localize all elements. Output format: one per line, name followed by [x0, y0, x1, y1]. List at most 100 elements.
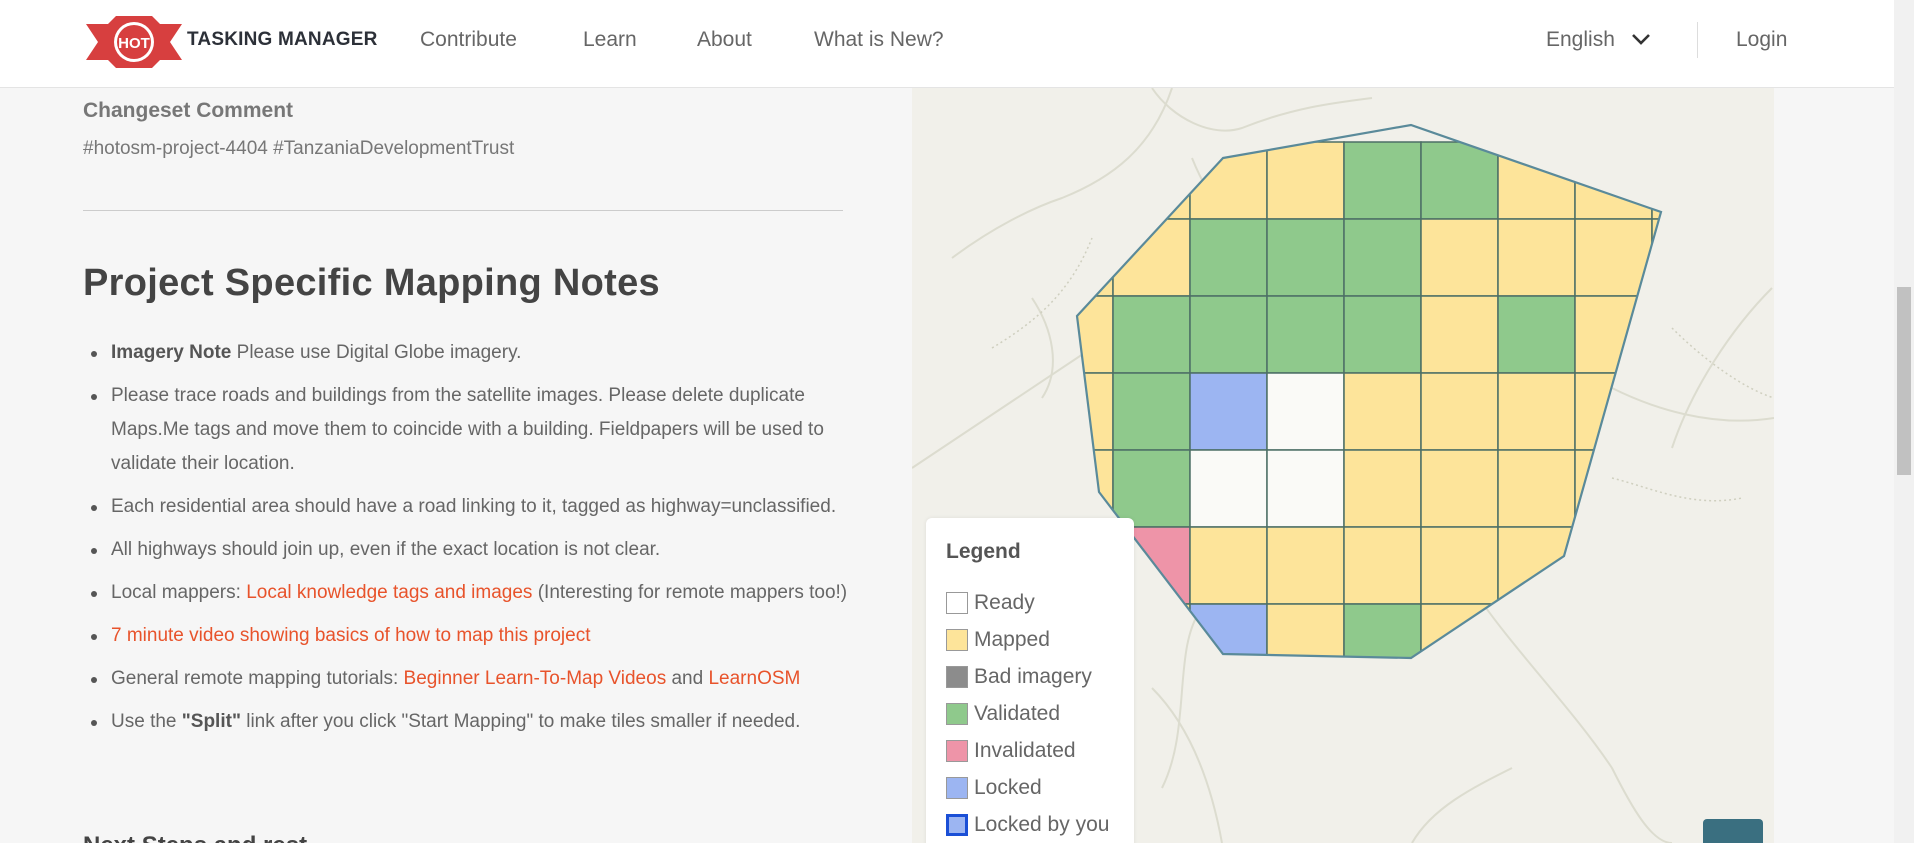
task-tile[interactable] — [1652, 681, 1729, 758]
video-link[interactable]: 7 minute video showing basics of how to … — [111, 625, 590, 646]
legend-label: Locked by you — [974, 812, 1110, 836]
legend-swatch — [946, 591, 968, 614]
task-tile[interactable] — [1266, 372, 1345, 451]
task-tile[interactable] — [1189, 295, 1268, 374]
task-tile[interactable] — [1267, 681, 1344, 758]
legend-item: Validated — [946, 695, 1114, 732]
legend-item: Ready — [946, 584, 1114, 621]
legend-swatch — [946, 739, 968, 762]
task-tile[interactable] — [1343, 141, 1422, 220]
task-tile[interactable] — [1112, 218, 1191, 297]
nav-learn[interactable]: Learn — [583, 28, 637, 52]
legend-label: Locked — [974, 775, 1042, 799]
task-tile[interactable] — [1036, 372, 1114, 451]
task-tile[interactable] — [1497, 295, 1576, 374]
login-button[interactable]: Login — [1736, 28, 1787, 52]
task-tile[interactable] — [1343, 218, 1422, 297]
task-tile[interactable] — [1574, 295, 1653, 374]
task-tile[interactable] — [1497, 603, 1576, 681]
task-tile[interactable] — [1575, 681, 1652, 758]
project-map[interactable]: Legend Ready Mapped Bad imagery Validated In… — [912, 88, 1774, 843]
list-item: Local mappers: Local knowledge tags and … — [83, 576, 853, 610]
task-tile[interactable] — [1266, 295, 1345, 374]
task-tile[interactable] — [1651, 141, 1729, 220]
task-tile[interactable] — [1112, 295, 1191, 374]
language-selector[interactable]: English — [1546, 28, 1615, 52]
mapping-notes-title: Project Specific Mapping Notes — [83, 262, 660, 304]
task-tile[interactable] — [1343, 603, 1422, 681]
task-tile[interactable] — [1343, 372, 1422, 451]
task-tile[interactable] — [1190, 681, 1267, 758]
task-tile[interactable] — [1343, 526, 1422, 605]
changeset-comment-text: #hotosm-project-4404 #TanzaniaDevelopmen… — [83, 138, 515, 159]
task-tile[interactable] — [1266, 141, 1345, 220]
hot-logo[interactable]: HOT — [86, 14, 182, 70]
task-tile[interactable] — [1112, 372, 1191, 451]
task-tile[interactable] — [1574, 372, 1653, 451]
task-tile[interactable] — [1266, 526, 1345, 605]
task-tile[interactable] — [1420, 141, 1499, 220]
task-tile[interactable] — [1266, 218, 1345, 297]
nav-contribute[interactable]: Contribute — [420, 28, 517, 52]
task-tile[interactable] — [1497, 449, 1576, 528]
task-tile[interactable] — [1189, 603, 1268, 681]
task-tile[interactable] — [1420, 449, 1499, 528]
legend-title: Legend — [946, 540, 1021, 563]
map-control-button[interactable] — [1703, 819, 1763, 843]
legend-swatch — [946, 665, 968, 688]
task-tile[interactable] — [1266, 449, 1345, 528]
task-tile[interactable] — [1036, 141, 1114, 220]
legend-item: Mapped — [946, 621, 1114, 658]
top-navbar: HOT TASKING MANAGER Contribute Learn Abo… — [0, 0, 1894, 88]
task-tile[interactable] — [1112, 449, 1191, 528]
task-tile[interactable] — [1266, 603, 1345, 681]
task-tile[interactable] — [1343, 449, 1422, 528]
learnosm-link[interactable]: LearnOSM — [708, 668, 800, 689]
list-item: Use the "Split" link after you click "St… — [83, 705, 853, 739]
list-item: All highways should join up, even if the… — [83, 533, 853, 567]
scrollbar-thumb[interactable] — [1897, 287, 1911, 475]
task-tile[interactable] — [1343, 295, 1422, 374]
task-tile[interactable] — [1421, 681, 1498, 758]
task-tile[interactable] — [1651, 372, 1729, 451]
task-tile[interactable] — [1420, 295, 1499, 374]
task-tile[interactable] — [1189, 449, 1268, 528]
brand-name[interactable]: TASKING MANAGER — [187, 29, 378, 51]
list-item: General remote mapping tutorials: Beginn… — [83, 662, 853, 696]
task-tile[interactable] — [1574, 449, 1653, 528]
task-tile[interactable] — [1497, 372, 1576, 451]
task-tile[interactable] — [1420, 372, 1499, 451]
task-tile[interactable] — [1036, 449, 1114, 528]
legend-item: Bad imagery — [946, 658, 1114, 695]
task-tile[interactable] — [1420, 526, 1499, 605]
mapping-notes-list: Imagery Note Please use Digital Globe im… — [83, 336, 853, 748]
task-tile[interactable] — [1574, 526, 1653, 605]
task-tile[interactable] — [1651, 526, 1729, 605]
task-tile[interactable] — [1497, 141, 1576, 220]
nav-whats-new[interactable]: What is New? — [814, 28, 944, 52]
chevron-down-icon[interactable] — [1631, 33, 1651, 45]
task-tile[interactable] — [1189, 218, 1268, 297]
task-tile[interactable] — [1498, 681, 1575, 758]
note-text: and — [666, 668, 709, 689]
list-item: 7 minute video showing basics of how to … — [83, 619, 853, 653]
list-item: Imagery Note Please use Digital Globe im… — [83, 336, 853, 370]
task-tile[interactable] — [1497, 218, 1576, 297]
task-tile[interactable] — [1651, 218, 1729, 297]
task-tile[interactable] — [1651, 603, 1729, 681]
task-tile[interactable] — [1574, 141, 1653, 220]
task-tile[interactable] — [1420, 218, 1499, 297]
legend-swatch — [946, 813, 968, 836]
learn-to-map-link[interactable]: Beginner Learn-To-Map Videos — [404, 668, 667, 689]
task-tile[interactable] — [1036, 218, 1114, 297]
task-tile[interactable] — [1344, 681, 1421, 758]
task-tile[interactable] — [1574, 603, 1653, 681]
logo-text: HOT — [118, 35, 150, 52]
task-tile[interactable] — [1036, 295, 1114, 374]
nav-about[interactable]: About — [697, 28, 752, 52]
task-tile[interactable] — [1651, 449, 1729, 528]
task-tile[interactable] — [1651, 295, 1729, 374]
local-knowledge-link[interactable]: Local knowledge tags and images — [246, 582, 532, 603]
task-tile[interactable] — [1189, 526, 1268, 605]
task-tile[interactable] — [1189, 372, 1268, 451]
